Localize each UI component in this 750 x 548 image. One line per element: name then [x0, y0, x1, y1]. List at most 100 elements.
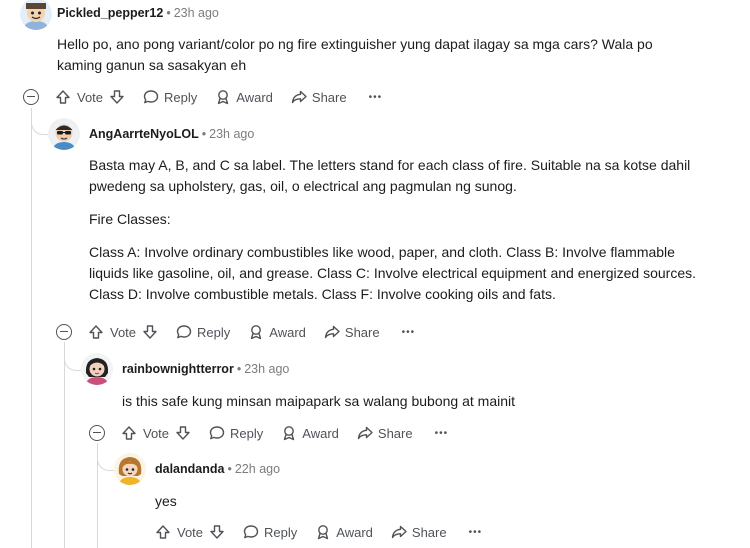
vote-label: Vote — [77, 89, 104, 105]
award-label: Award — [269, 324, 306, 340]
share-button[interactable]: Share — [291, 89, 347, 105]
avatar[interactable] — [48, 118, 80, 150]
downvote-icon — [210, 525, 224, 539]
vote-label: Vote — [110, 324, 137, 340]
comment-meta: AngAarrteNyoLOL • 23h ago — [89, 126, 254, 142]
author-name[interactable]: Pickled_pepper12 — [57, 6, 163, 20]
timestamp[interactable]: 23h ago — [174, 6, 219, 20]
downvote-button[interactable] — [109, 89, 125, 105]
award-icon — [284, 426, 295, 441]
more-options-button[interactable]: ••• — [469, 527, 483, 538]
share-button[interactable]: Share — [391, 524, 447, 540]
share-label: Share — [377, 425, 413, 441]
timestamp[interactable]: 23h ago — [244, 362, 289, 376]
downvote-icon — [110, 90, 124, 104]
comment-paragraph: Hello po, ano pong variant/color po ng f… — [57, 36, 653, 73]
separator-dot: • — [201, 127, 207, 141]
award-icon — [251, 325, 262, 340]
upvote-icon — [89, 325, 103, 339]
avatar[interactable] — [20, 0, 52, 30]
share-icon — [357, 426, 373, 440]
award-icon — [218, 90, 229, 105]
upvote-icon — [56, 90, 70, 104]
share-icon — [324, 325, 340, 339]
collapse-icon[interactable] — [56, 324, 72, 340]
vote-label: Vote — [143, 425, 170, 441]
upvote-icon — [156, 525, 170, 539]
comment-body: is this safe kung minsan maipapark sa wa… — [122, 391, 682, 412]
avatar[interactable] — [114, 453, 146, 485]
vote-label: Vote — [177, 524, 204, 540]
upvote-button[interactable] — [121, 425, 137, 441]
reply-label: Reply — [197, 324, 231, 340]
timestamp[interactable]: 23h ago — [209, 127, 254, 141]
separator-dot: • — [227, 462, 232, 476]
reply-bubble-icon — [143, 90, 159, 104]
comment-meta: Pickled_pepper12 • 23h ago — [57, 5, 219, 21]
user-avatar-icon — [81, 353, 113, 385]
reply-button[interactable]: Reply — [209, 425, 263, 441]
user-avatar-icon — [114, 453, 146, 485]
downvote-icon — [176, 426, 190, 440]
thread-line-1 — [31, 108, 32, 548]
upvote-button[interactable] — [155, 524, 171, 540]
upvote-button[interactable] — [88, 324, 104, 340]
user-avatar-icon — [48, 118, 80, 150]
award-button[interactable]: Award — [215, 89, 273, 105]
separator-dot: • — [236, 362, 242, 376]
downvote-button[interactable] — [175, 425, 191, 441]
award-button[interactable]: Award — [281, 425, 339, 441]
reply-button[interactable]: Reply — [143, 89, 197, 105]
award-icon — [318, 525, 329, 540]
share-icon — [291, 90, 307, 104]
thread-elbow-1 — [31, 108, 48, 135]
comment-paragraph: Class A: Involve ordinary combustibles l… — [89, 244, 696, 302]
reply-label: Reply — [164, 89, 198, 105]
share-label: Share — [411, 524, 447, 540]
reply-button[interactable]: Reply — [176, 324, 230, 340]
more-options-button[interactable]: ••• — [435, 428, 449, 439]
reply-label: Reply — [230, 425, 264, 441]
more-options-button[interactable]: ••• — [369, 92, 383, 103]
comment-actions: Vote Reply Award Share ••• — [155, 520, 482, 544]
downvote-button[interactable] — [209, 524, 225, 540]
award-label: Award — [236, 89, 273, 105]
comment-paragraph: Fire Classes: — [89, 211, 171, 227]
author-name[interactable]: AngAarrteNyoLOL — [89, 127, 199, 141]
reply-label: Reply — [264, 524, 298, 540]
downvote-icon — [143, 325, 157, 339]
award-button[interactable]: Award — [315, 524, 373, 540]
author-name[interactable]: dalandanda — [155, 462, 224, 476]
user-avatar-icon — [20, 0, 52, 30]
comment-meta: rainbownightterror • 23h ago — [122, 361, 289, 377]
share-button[interactable]: Share — [357, 425, 413, 441]
more-icon: ••• — [434, 427, 449, 439]
separator-dot: • — [166, 6, 171, 20]
share-label: Share — [344, 324, 380, 340]
collapse-icon[interactable] — [89, 425, 105, 441]
more-options-button[interactable]: ••• — [402, 327, 416, 338]
reply-button[interactable]: Reply — [243, 524, 297, 540]
more-icon: ••• — [401, 326, 416, 338]
award-button[interactable]: Award — [248, 324, 306, 340]
comment-body: Hello po, ano pong variant/color po ng f… — [57, 34, 677, 76]
upvote-button[interactable] — [55, 89, 71, 105]
avatar[interactable] — [81, 353, 113, 385]
reply-bubble-icon — [209, 426, 225, 440]
award-label: Award — [302, 425, 339, 441]
downvote-button[interactable] — [142, 324, 158, 340]
collapse-icon[interactable] — [23, 89, 39, 105]
comment-actions: Vote Reply Award Share ••• — [56, 320, 415, 344]
comment-body: yes — [155, 491, 655, 512]
thread-elbow-3 — [97, 443, 114, 471]
comment-paragraph: Basta may A, B, and C sa label. The lett… — [89, 157, 691, 194]
comment-body: Basta may A, B, and C sa label. The lett… — [89, 155, 701, 305]
comment-actions: Vote Reply Award Share ••• — [89, 421, 448, 445]
author-name[interactable]: rainbownightterror — [122, 362, 234, 376]
share-button[interactable]: Share — [324, 324, 380, 340]
comment-actions: Vote Reply Award Share ••• — [23, 85, 382, 109]
timestamp[interactable]: 22h ago — [235, 462, 280, 476]
comment-paragraph: yes — [155, 493, 177, 509]
more-icon: ••• — [368, 91, 383, 103]
share-label: Share — [311, 89, 347, 105]
